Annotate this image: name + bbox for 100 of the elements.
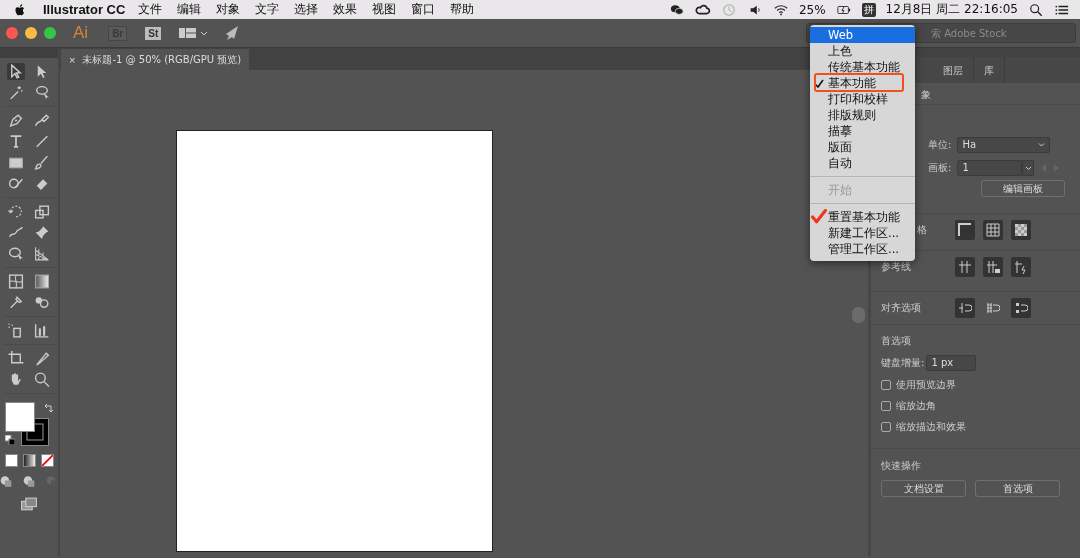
ruler-icon [958,223,972,237]
grid-button[interactable] [983,220,1003,240]
layout-dropdown-icon[interactable] [179,26,210,40]
quick-action-button[interactable]: 文档设置 [881,480,966,497]
menu-item[interactable]: 文件 [138,1,163,18]
magnifier-icon[interactable] [33,371,51,388]
checkbox-label: 缩放边角 [896,399,936,413]
menu-item[interactable]: 文字 [255,1,280,18]
section-title: 首选项 [881,334,912,348]
gradient-icon[interactable] [33,273,51,290]
menu-item[interactable]: 上色 [810,43,915,59]
quick-action-button[interactable]: 首选项 [975,480,1060,497]
checkbox[interactable] [881,401,891,411]
screen-mode-icon[interactable] [20,496,38,513]
app-launcher-icon[interactable]: St [145,26,162,40]
menu-item[interactable]: 新建工作区... [810,225,915,241]
menu-item[interactable]: 重置基本功能 [810,209,915,225]
menu-bar-clock[interactable]: 12月8日 周二 22:16:05 [885,1,1018,18]
guides-button[interactable] [955,257,975,277]
field-label: 单位: [928,138,952,152]
zoom-button[interactable] [44,27,56,39]
rotate-icon[interactable] [7,203,25,220]
transparency-grid-button[interactable] [1011,220,1031,240]
checkbox[interactable] [881,380,891,390]
align-to-pixel-icon [958,301,972,315]
align-to-pixel-button[interactable] [955,298,975,318]
lock-guides-icon [986,260,1000,274]
artboard-dropdown-button[interactable] [1022,160,1035,176]
menu-item[interactable]: 窗口 [411,1,436,18]
menu-item[interactable]: 帮助 [450,1,475,18]
edit-artboards-button[interactable]: 编辑画板 [981,180,1065,197]
shape-builder-icon[interactable] [7,245,25,262]
keyboard-increment-field[interactable]: 1 px [926,355,977,371]
swap-arrow-icon[interactable] [43,403,53,413]
bar-graph-icon[interactable] [33,322,51,339]
menu-item[interactable]: 视图 [372,1,397,18]
curvature-pen-icon[interactable] [33,112,51,129]
menu-item[interactable]: 选择 [294,1,319,18]
chat-bubbles-icon[interactable] [668,2,685,17]
gradient-mode-button[interactable] [22,454,36,467]
guides-icon [958,260,972,274]
color-mode-button[interactable] [4,454,18,467]
align-to-grid-icon [986,301,1000,315]
knife-icon[interactable] [33,350,51,367]
app-menu[interactable]: Illustrator CC [43,2,126,17]
wifi-icon[interactable] [772,2,789,17]
menu-item[interactable]: 效果 [333,1,358,18]
checkbox-label: 使用预览边界 [896,378,956,392]
menu-item[interactable]: 编辑 [177,1,202,18]
menu-item[interactable]: 管理工作区... [810,241,915,257]
scale-icon[interactable] [33,203,51,220]
fill-stroke-swatch-drawing[interactable] [3,402,51,448]
align-to-selection-button[interactable] [1011,298,1031,318]
smart-guides-icon [1014,260,1028,274]
menu-item[interactable]: 排版规则 [810,107,915,123]
cloud-icon[interactable] [694,2,711,17]
menu-item: 开始 [827,182,853,198]
none-mode-icon[interactable] [40,454,54,467]
field-label: 键盘增量: [881,356,925,370]
close-tab-button[interactable]: × [69,53,76,66]
checkbox-label: 缩放描边和效果 [896,420,966,434]
eyedropper-icon[interactable] [7,294,25,311]
field-label: 画板: [928,161,952,175]
app-logo: Ai [73,23,89,43]
document-tab[interactable]: × 未标题-1 @ 50% (RGB/GPU 预览) [61,49,250,70]
battery-percentage: 25% [798,2,826,17]
panel-tab[interactable]: 图层 [933,57,974,83]
input-method-indicator[interactable]: 拼 [861,2,876,17]
section-label: 对齐选项 [881,301,922,315]
document-tab-title[interactable]: 未标题-1 @ 50% (RGB/GPU 预览) [82,52,242,67]
units-dropdown[interactable]: Ha [957,137,1051,153]
artboard-field[interactable]: 1 [957,160,1023,176]
line-segment-icon[interactable] [33,133,51,150]
menu-item[interactable]: 对象 [216,1,241,18]
blend-icon[interactable] [33,294,51,311]
smart-guides-button[interactable] [1011,257,1031,277]
perspective-grid-icon[interactable] [33,245,51,262]
pen-icon[interactable] [7,112,25,129]
minimize-button[interactable] [25,27,37,39]
menu-item[interactable]: Web [810,27,915,43]
section-label: 参考线 [881,260,912,274]
grid-icon [986,223,1000,237]
lasso-icon[interactable] [33,84,51,101]
mesh-icon[interactable] [7,273,25,290]
transparency-grid-icon [1014,223,1028,237]
lock-guides-button[interactable] [983,257,1003,277]
menu-item[interactable]: 描摹 [810,123,915,139]
checkbox[interactable] [881,422,891,432]
default-colors-icon[interactable] [5,435,15,445]
magic-wand-icon[interactable] [7,84,25,101]
menu-item[interactable]: 自动 [810,155,915,171]
scrollbar-thumb[interactable] [852,307,865,323]
panel-tab[interactable]: 库 [974,57,1005,83]
search-icon[interactable] [1028,2,1044,17]
apple-logo-icon[interactable] [14,2,27,17]
menu-item[interactable]: 传统基本功能 [810,59,915,75]
menu-item[interactable]: 版面 [810,139,915,155]
pushpin-icon[interactable] [33,224,51,241]
paintbrush-icon[interactable] [33,154,51,171]
ruler-button[interactable] [955,220,975,240]
